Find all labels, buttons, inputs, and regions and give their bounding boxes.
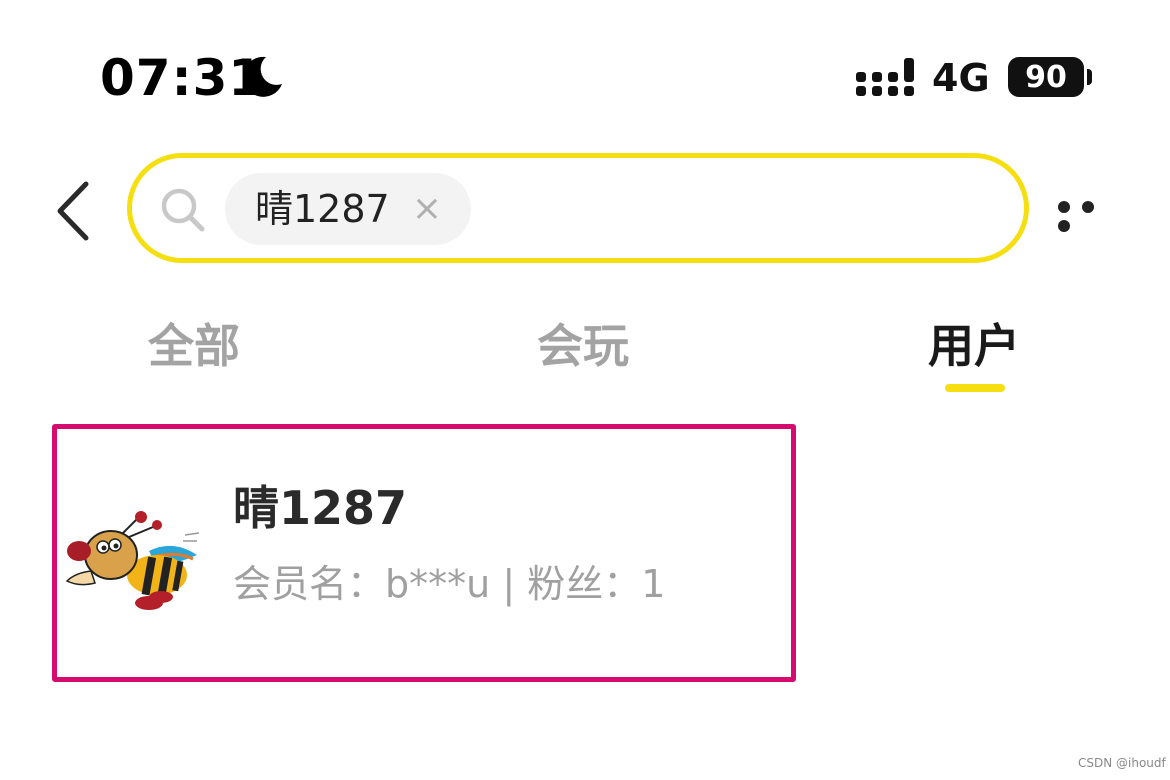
network-type: 4G — [932, 56, 990, 100]
user-meta: 会员名：b***u | 粉丝：1 — [233, 561, 665, 607]
member-name: b***u — [385, 562, 491, 606]
close-icon[interactable]: × — [411, 191, 443, 227]
more-dot — [1058, 220, 1070, 232]
battery-cap — [1087, 69, 1092, 85]
more-dot — [1058, 201, 1070, 213]
signal-icon — [856, 58, 914, 96]
fans-label: 粉丝： — [527, 562, 642, 606]
back-arrow-icon[interactable] — [52, 180, 96, 242]
active-tab-indicator — [945, 384, 1005, 392]
watermark: CSDN @ihoudf — [1078, 756, 1166, 770]
search-icon — [161, 188, 205, 232]
search-bar[interactable]: 晴1287 × — [127, 153, 1029, 263]
meta-separator: | — [502, 562, 516, 606]
battery-level: 90 — [1025, 59, 1067, 95]
fans-count: 1 — [641, 562, 666, 606]
avatar — [65, 511, 200, 610]
more-dot — [1082, 201, 1094, 213]
search-query-text: 晴1287 — [255, 187, 390, 231]
more-options-button[interactable] — [1058, 198, 1128, 232]
tab-all[interactable]: 全部 — [148, 318, 240, 374]
battery-indicator: 90 — [1008, 57, 1084, 97]
tab-users[interactable]: 用户 — [928, 318, 1020, 374]
tab-play[interactable]: 会玩 — [537, 318, 629, 374]
user-name: 晴1287 — [233, 481, 408, 535]
moon-icon — [243, 56, 282, 97]
user-result-item[interactable]: 晴1287 会员名：b***u | 粉丝：1 — [52, 424, 796, 682]
search-query-chip[interactable]: 晴1287 × — [225, 173, 471, 245]
member-label: 会员名： — [233, 562, 386, 606]
